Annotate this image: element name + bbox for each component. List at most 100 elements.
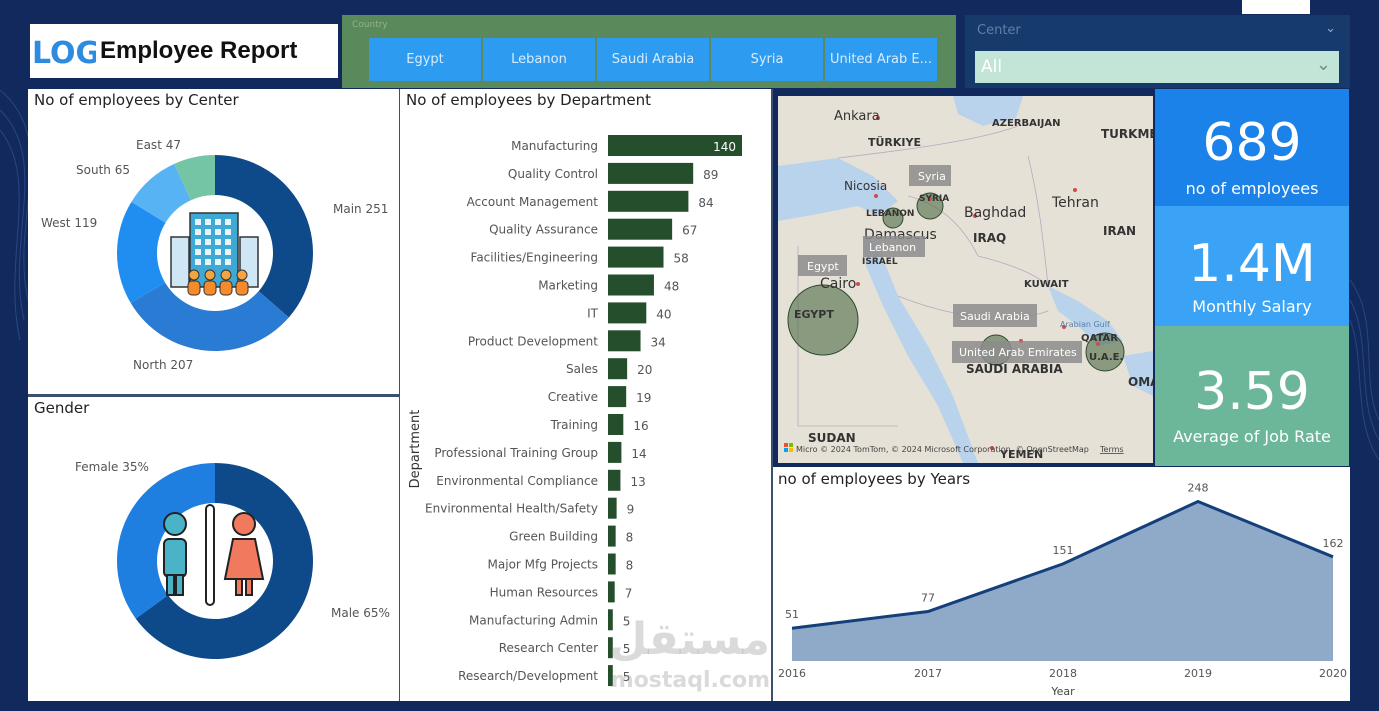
- bar[interactable]: [608, 441, 622, 463]
- point-data-label: 162: [1323, 537, 1344, 550]
- point-data-label: 77: [921, 591, 935, 604]
- point-data-label: 151: [1053, 544, 1074, 557]
- country-slicer-caption: Country: [352, 20, 388, 30]
- kpi-label: no of employees: [1185, 179, 1319, 198]
- x-tick-label: 2020: [1319, 667, 1347, 680]
- map-tooltip-saudi-arabia: Saudi Arabia: [953, 304, 1037, 327]
- map-label: IRAQ: [973, 231, 1006, 245]
- kpi-label: Monthly Salary: [1192, 297, 1312, 316]
- map-tooltip-lebanon: Lebanon: [863, 236, 925, 257]
- point-data-label: 51: [785, 608, 799, 621]
- map-label: LEBANON: [866, 209, 914, 219]
- category-tick-label: Facilities/Engineering: [471, 251, 598, 265]
- x-tick-label: 2017: [914, 667, 942, 680]
- map-label: Arabian Gulf: [1060, 320, 1110, 329]
- category-tick-label: Account Management: [467, 195, 599, 209]
- restroom-icon: [163, 504, 265, 606]
- country-option-saudi-arabia[interactable]: Saudi Arabia: [597, 38, 709, 81]
- bar[interactable]: [608, 386, 627, 408]
- bar[interactable]: [608, 581, 615, 603]
- x-tick-label: 2018: [1049, 667, 1077, 680]
- map-label: ISRAEL: [862, 257, 898, 267]
- kpi-value: 1.4M: [1188, 234, 1316, 294]
- bar[interactable]: [608, 469, 621, 491]
- x-axis-label: Year: [1050, 685, 1075, 698]
- donut-data-label: West 119: [41, 216, 97, 230]
- country-option-uae[interactable]: United Arab E...: [825, 38, 937, 81]
- category-tick-label: Major Mfg Projects: [488, 558, 598, 572]
- bar[interactable]: [608, 302, 647, 324]
- center-chart-panel: No of employees by Center Main 251 North …: [28, 89, 399, 394]
- svg-text:Syria: Syria: [918, 170, 946, 183]
- donut-data-label: East 47: [136, 138, 181, 152]
- bar[interactable]: [608, 414, 624, 435]
- kpi-card-salary: 1.4M Monthly Salary: [1155, 206, 1349, 326]
- bar-data-label: 14: [631, 447, 646, 461]
- kpi-label: Average of Job Rate: [1173, 427, 1331, 446]
- category-tick-label: Environmental Compliance: [436, 474, 598, 488]
- bar[interactable]: [608, 497, 617, 519]
- bar[interactable]: [608, 553, 616, 575]
- divider: [28, 394, 399, 397]
- logo-icon: LOGO: [32, 36, 96, 71]
- divider: [399, 89, 400, 701]
- svg-text:Saudi Arabia: Saudi Arabia: [960, 310, 1030, 323]
- bar-data-label: 7: [625, 586, 633, 600]
- donut-data-label: Male 65%: [331, 606, 390, 620]
- donut-data-label: Main 251: [333, 202, 388, 216]
- building-icon: [170, 212, 259, 296]
- department-chart-panel: No of employees by Department Department…: [400, 89, 771, 701]
- x-tick-label: 2019: [1184, 667, 1212, 680]
- category-tick-label: Manufacturing Admin: [469, 613, 598, 627]
- bar-data-label: 8: [626, 531, 634, 545]
- map-tooltip-uae: United Arab Emirates: [952, 341, 1082, 363]
- kpi-card-job-rate: 3.59 Average of Job Rate: [1155, 326, 1349, 466]
- map-label: Baghdad: [964, 205, 1026, 221]
- bar-data-label: 40: [656, 307, 671, 321]
- map-canvas[interactable]: Ankara TÜRKIYE AZERBAIJAN TURKME Nicosia…: [778, 96, 1153, 463]
- bar[interactable]: [608, 190, 689, 212]
- map-label: SUDAN: [808, 431, 856, 445]
- bar[interactable]: [608, 609, 613, 631]
- category-tick-label: Green Building: [509, 530, 598, 544]
- chevron-down-icon[interactable]: ⌄: [1325, 21, 1336, 36]
- bar-data-label: 5: [623, 670, 631, 684]
- bar-data-label: 16: [633, 419, 648, 433]
- bar[interactable]: [608, 218, 673, 240]
- divider: [771, 89, 773, 701]
- map-label: Nicosia: [844, 179, 887, 193]
- map-label: Ankara: [834, 109, 880, 124]
- category-tick-label: Training: [550, 418, 598, 432]
- bar-data-label: 48: [664, 280, 679, 294]
- logo-text: LOGO: [32, 36, 96, 71]
- bar[interactable]: [608, 162, 694, 184]
- focus-mode-tab[interactable]: [1242, 0, 1310, 14]
- map-panel[interactable]: Ankara TÜRKIYE AZERBAIJAN TURKME Nicosia…: [778, 96, 1153, 463]
- country-option-egypt[interactable]: Egypt: [369, 38, 481, 81]
- country-option-syria[interactable]: Syria: [711, 38, 823, 81]
- center-slicer-label: Center: [977, 23, 1021, 38]
- category-tick-label: Product Development: [468, 334, 598, 348]
- page-title: Employee Report: [100, 37, 298, 64]
- bar[interactable]: [608, 525, 616, 547]
- bar-data-label: 84: [698, 196, 713, 210]
- gender-chart-panel: Gender Male 65% Female 35%: [28, 397, 399, 701]
- map-label: SAUDI ARABIA: [966, 362, 1063, 376]
- bar-data-label: 89: [703, 168, 718, 182]
- bar-data-label: 20: [637, 363, 652, 377]
- center-donut-chart: Main 251 North 207 West 119 South 65 East 47: [41, 138, 388, 372]
- bar[interactable]: [608, 246, 664, 268]
- bar[interactable]: [608, 274, 654, 296]
- center-dropdown[interactable]: All ⌄: [975, 51, 1339, 83]
- bar[interactable]: [608, 330, 641, 352]
- map-terms-link[interactable]: Terms: [1099, 445, 1124, 454]
- bar[interactable]: [608, 358, 628, 380]
- map-label: SYRIA: [919, 194, 949, 204]
- country-slicer: Country Egypt Lebanon Saudi Arabia Syria…: [342, 15, 956, 88]
- bar[interactable]: [608, 637, 613, 659]
- svg-text:United Arab Emirates: United Arab Emirates: [959, 346, 1077, 359]
- map-label: OMA: [1128, 375, 1153, 389]
- country-option-lebanon[interactable]: Lebanon: [483, 38, 595, 81]
- bar[interactable]: [608, 665, 613, 687]
- years-chart-panel: no of employees by Years 51 2016 77 2017 151…: [773, 467, 1350, 701]
